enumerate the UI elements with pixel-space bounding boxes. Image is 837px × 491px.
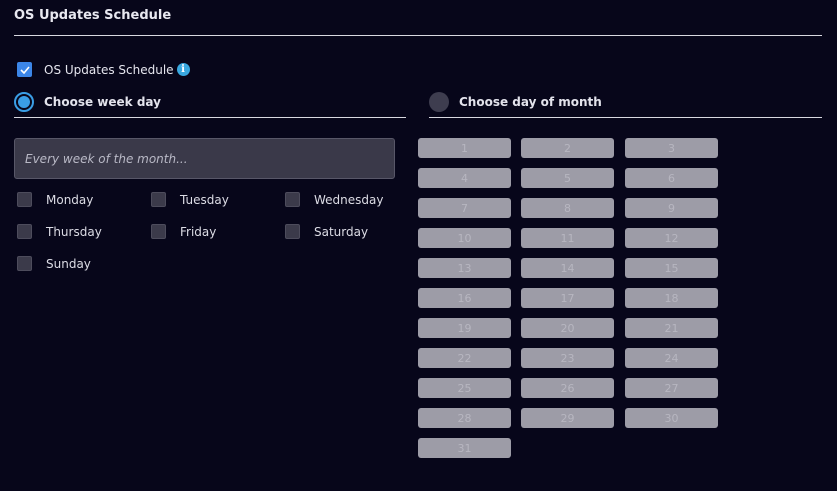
month-mode-label: Choose day of month	[459, 95, 602, 109]
weekday-label: Friday	[180, 224, 217, 239]
month-day-button[interactable]: 1	[418, 138, 511, 158]
month-day-button[interactable]: 20	[521, 318, 614, 338]
month-day-button[interactable]: 7	[418, 198, 511, 218]
weekday-checkbox[interactable]	[17, 256, 32, 271]
week-mode-radio-row[interactable]: Choose week day	[14, 92, 161, 112]
month-day-button[interactable]: 13	[418, 258, 511, 278]
title-divider	[14, 35, 822, 36]
month-mode-radio-row[interactable]: Choose day of month	[429, 92, 602, 112]
section-title: OS Updates Schedule	[14, 8, 172, 23]
enable-os-updates-row[interactable]: OS Updates Schedule i	[17, 62, 190, 77]
month-day-button[interactable]: 11	[521, 228, 614, 248]
month-day-button[interactable]: 31	[418, 438, 511, 458]
weekday-label: Wednesday	[314, 192, 384, 207]
month-mode-radio[interactable]	[429, 92, 449, 112]
month-day-button[interactable]: 14	[521, 258, 614, 278]
month-day-button[interactable]: 18	[625, 288, 718, 308]
month-day-button[interactable]: 9	[625, 198, 718, 218]
month-day-button[interactable]: 22	[418, 348, 511, 368]
weekday-item-sunday[interactable]: Sunday	[17, 256, 91, 271]
month-day-button[interactable]: 29	[521, 408, 614, 428]
month-day-button[interactable]: 10	[418, 228, 511, 248]
month-day-button[interactable]: 28	[418, 408, 511, 428]
weekday-item-monday[interactable]: Monday	[17, 192, 93, 207]
checkmark-icon	[19, 65, 30, 74]
month-day-button[interactable]: 21	[625, 318, 718, 338]
weekday-label: Saturday	[314, 224, 369, 239]
weekday-item-wednesday[interactable]: Wednesday	[285, 192, 383, 207]
weekday-checkbox[interactable]	[17, 192, 32, 207]
weekday-label: Monday	[46, 192, 94, 207]
weekday-checkbox[interactable]	[285, 192, 300, 207]
weekday-checkbox[interactable]	[17, 224, 32, 239]
month-day-button[interactable]: 25	[418, 378, 511, 398]
month-day-button[interactable]: 8	[521, 198, 614, 218]
week-of-month-select[interactable]: Every week of the month...	[14, 138, 395, 179]
month-day-button[interactable]: 27	[625, 378, 718, 398]
month-day-button[interactable]: 3	[625, 138, 718, 158]
weekday-label: Tuesday	[180, 192, 229, 207]
weekday-item-friday[interactable]: Friday	[151, 224, 216, 239]
week-mode-divider	[14, 117, 406, 118]
month-day-button[interactable]: 15	[625, 258, 718, 278]
month-day-button[interactable]: 5	[521, 168, 614, 188]
month-day-button[interactable]: 30	[625, 408, 718, 428]
month-day-button[interactable]: 23	[521, 348, 614, 368]
month-day-button[interactable]: 16	[418, 288, 511, 308]
week-mode-label: Choose week day	[44, 95, 161, 109]
weekday-checkbox[interactable]	[151, 224, 166, 239]
month-day-button[interactable]: 2	[521, 138, 614, 158]
weekday-item-saturday[interactable]: Saturday	[285, 224, 368, 239]
enable-label: OS Updates Schedule	[44, 62, 174, 77]
weekday-checkbox[interactable]	[151, 192, 166, 207]
weekday-item-thursday[interactable]: Thursday	[17, 224, 102, 239]
enable-checkbox[interactable]	[17, 62, 32, 77]
info-icon[interactable]: i	[176, 63, 190, 76]
weekday-label: Sunday	[46, 256, 91, 271]
month-mode-divider	[429, 117, 822, 118]
weekday-item-tuesday[interactable]: Tuesday	[151, 192, 229, 207]
week-of-month-value: Every week of the month...	[25, 151, 188, 166]
weekday-checkbox[interactable]	[285, 224, 300, 239]
month-day-button[interactable]: 26	[521, 378, 614, 398]
weekday-label: Thursday	[46, 224, 102, 239]
week-mode-radio[interactable]	[14, 92, 34, 112]
month-day-button[interactable]: 4	[418, 168, 511, 188]
month-day-button[interactable]: 24	[625, 348, 718, 368]
month-day-button[interactable]: 12	[625, 228, 718, 248]
month-day-button[interactable]: 17	[521, 288, 614, 308]
month-day-button[interactable]: 6	[625, 168, 718, 188]
month-day-button[interactable]: 19	[418, 318, 511, 338]
